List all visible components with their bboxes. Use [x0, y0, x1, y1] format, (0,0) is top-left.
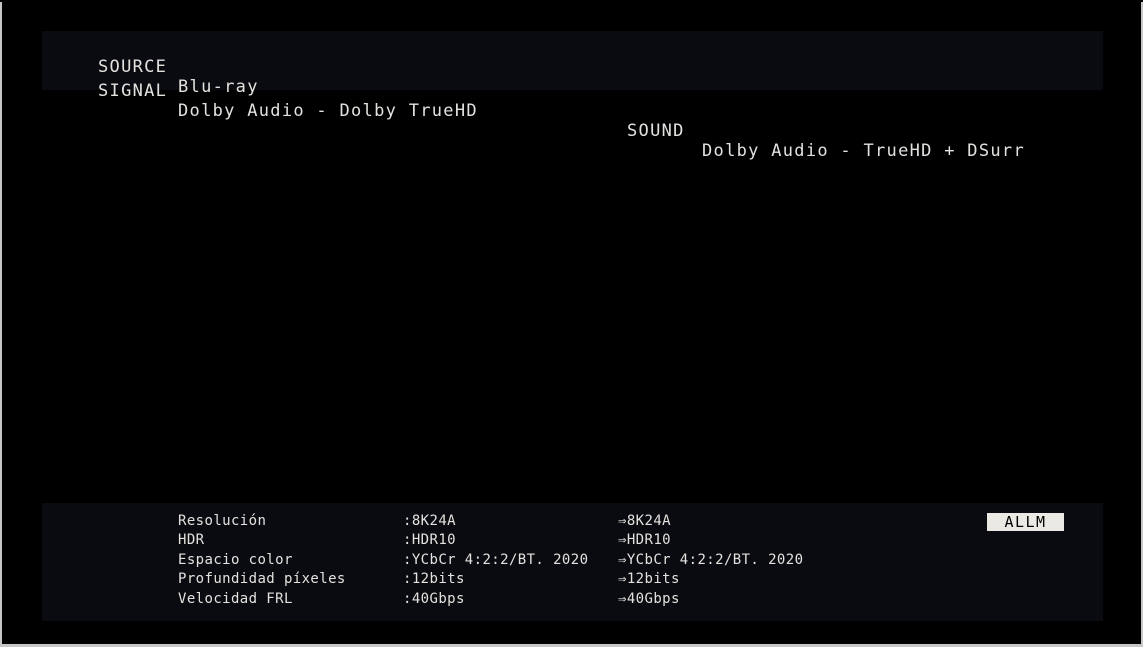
table-row-resolution: Resolución :8K24A ⇒8K24A	[42, 512, 1103, 531]
table-row-frl-rate: Velocidad FRL :40Gbps ⇒40Gbps	[42, 590, 1103, 609]
row-label: HDR	[178, 532, 205, 549]
row-output-value: ⇒8K24A	[618, 513, 671, 529]
row-output-value: ⇒12bits	[618, 571, 680, 588]
row-label: Velocidad FRL	[178, 590, 293, 607]
sound-label: SOUND	[627, 121, 685, 141]
osd-screen: SOURCE Blu-ray SIGNAL Dolby Audio - Dolb…	[0, 0, 1143, 647]
video-format-table: Resolución :8K24A ⇒8K24A HDR :HDR10 ⇒HDR…	[42, 512, 1103, 609]
row-output-value: ⇒YCbCr 4:2:2/BT. 2020	[618, 551, 804, 568]
table-row-hdr: HDR :HDR10 ⇒HDR10	[42, 531, 1103, 550]
table-row-color-space: Espacio color :YCbCr 4:2:2/BT. 2020 ⇒YCb…	[42, 551, 1103, 570]
signal-label: SIGNAL	[98, 81, 168, 101]
row-input-value: :YCbCr 4:2:2/BT. 2020	[403, 551, 589, 568]
row-input-value: :8K24A	[403, 513, 456, 529]
sound-value: Dolby Audio - TrueHD + DSurr	[702, 141, 1025, 161]
row-input-value: :HDR10	[403, 532, 456, 549]
screen-frame-left	[0, 2, 2, 647]
signal-info-band: SOURCE Blu-ray SIGNAL Dolby Audio - Dolb…	[42, 31, 1103, 161]
signal-value: Dolby Audio - Dolby TrueHD	[178, 101, 478, 121]
source-line: SOURCE Blu-ray	[42, 37, 1103, 97]
row-label: Resolución	[178, 513, 267, 529]
signal-sound-line: SIGNAL Dolby Audio - Dolby TrueHD SOUND …	[42, 61, 1103, 161]
row-label: Espacio color	[178, 551, 293, 568]
row-input-value: :12bits	[403, 571, 465, 588]
allm-badge: ALLM	[987, 513, 1064, 531]
video-format-band: Resolución :8K24A ⇒8K24A HDR :HDR10 ⇒HDR…	[42, 503, 1103, 621]
row-input-value: :40Gbps	[403, 590, 465, 607]
row-label: Profundidad píxeles	[178, 571, 346, 588]
row-output-value: ⇒HDR10	[618, 532, 671, 549]
table-row-pixel-depth: Profundidad píxeles :12bits ⇒12bits	[42, 570, 1103, 589]
row-output-value: ⇒40Gbps	[618, 590, 680, 607]
